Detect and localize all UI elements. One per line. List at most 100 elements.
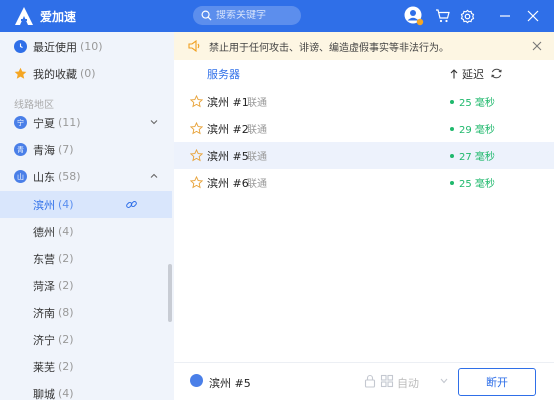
- cart-button[interactable]: [433, 7, 451, 25]
- star-outline-icon[interactable]: [190, 149, 203, 162]
- user-avatar-button[interactable]: [404, 6, 424, 26]
- latency-value: 29 毫秒: [459, 125, 495, 136]
- sidebar-item-label: 最近使用: [33, 40, 77, 54]
- sidebar-item-region[interactable]: 青 青海 (7): [0, 136, 174, 163]
- chevron-down-icon[interactable]: [440, 378, 448, 384]
- settings-button[interactable]: [458, 7, 476, 25]
- latency-value: 27 毫秒: [459, 152, 495, 163]
- close-window-button[interactable]: [524, 7, 542, 25]
- star-outline-icon[interactable]: [190, 95, 203, 108]
- column-header-latency[interactable]: 延迟: [450, 66, 484, 82]
- close-icon[interactable]: [532, 41, 542, 51]
- city-count: (4): [58, 198, 74, 211]
- refresh-icon[interactable]: [490, 67, 503, 80]
- chevron-up-icon: [150, 173, 158, 178]
- star-outline-icon[interactable]: [190, 176, 203, 189]
- region-flag-icon: 宁: [14, 116, 27, 129]
- latency-value: 25 毫秒: [459, 98, 495, 109]
- gear-icon: [460, 9, 474, 23]
- search-box[interactable]: [193, 6, 301, 25]
- sidebar-item-label: 宁夏: [33, 116, 55, 130]
- lock-icon[interactable]: [363, 374, 377, 388]
- search-icon: [201, 10, 212, 21]
- sidebar-city-item[interactable]: 菏泽 (2): [0, 272, 172, 299]
- server-latency: 25 毫秒: [450, 94, 495, 109]
- sidebar-item-region[interactable]: 山 山东 (58): [0, 163, 174, 190]
- sidebar-item-count: (0): [80, 67, 96, 80]
- latency-value: 25 毫秒: [459, 179, 495, 190]
- sidebar-item-region[interactable]: 宁 宁夏 (11): [0, 109, 174, 136]
- sidebar-item-label: 青海: [33, 143, 55, 157]
- city-label: 菏泽: [33, 279, 55, 293]
- link-icon[interactable]: [125, 198, 138, 211]
- city-count: (2): [58, 333, 74, 346]
- server-latency: 25 毫秒: [450, 175, 495, 190]
- chevron-down-icon: [150, 120, 158, 125]
- sidebar-item-count: (10): [80, 40, 103, 53]
- city-count: (4): [58, 387, 74, 400]
- sort-up-icon: [450, 69, 458, 79]
- sidebar-item-recent[interactable]: 最近使用 (10): [0, 33, 174, 60]
- mode-select-value[interactable]: 自动: [397, 375, 419, 391]
- city-count: (4): [58, 225, 74, 238]
- server-row-selected[interactable]: 滨州 #5 联通 27 毫秒: [174, 142, 554, 169]
- logo-icon: [15, 7, 33, 25]
- current-server-name: 滨州 #5: [209, 377, 251, 390]
- region-flag-icon: 山: [14, 170, 27, 183]
- sidebar-scrollbar[interactable]: [168, 264, 172, 322]
- server-name: 滨州 #1: [207, 95, 249, 109]
- app-logo: 爱加速: [14, 6, 76, 26]
- city-label: 济宁: [33, 333, 55, 347]
- city-label: 滨州: [33, 198, 55, 212]
- status-dot: [450, 126, 454, 131]
- city-label: 聊城: [33, 387, 55, 400]
- sidebar-city-item[interactable]: 聊城 (4): [0, 380, 172, 400]
- server-row[interactable]: 滨州 #2 联通 29 毫秒: [174, 115, 554, 142]
- apps-grid-icon[interactable]: [380, 374, 394, 388]
- city-label: 德州: [33, 225, 55, 239]
- server-row[interactable]: 滨州 #1 联通 25 毫秒: [174, 88, 554, 115]
- notice-text: 禁止用于任何攻击、诽谤、编造虚假事实等非法行为。: [209, 42, 449, 54]
- city-count: (2): [58, 279, 74, 292]
- server-isp: 联通: [247, 179, 267, 190]
- sidebar-city-item[interactable]: 东营 (2): [0, 245, 172, 272]
- city-label: 东营: [33, 252, 55, 266]
- sidebar-city-item[interactable]: 济南 (8): [0, 299, 172, 326]
- city-count: (8): [58, 306, 74, 319]
- close-icon: [527, 10, 539, 22]
- city-count: (2): [58, 252, 74, 265]
- status-dot: [450, 153, 454, 158]
- star-outline-icon[interactable]: [190, 122, 203, 135]
- server-name: 滨州 #5: [207, 149, 249, 163]
- speaker-icon: [188, 40, 200, 52]
- sidebar-city-item[interactable]: 滨州 (4): [0, 191, 172, 218]
- server-name: 滨州 #6: [207, 176, 249, 190]
- column-header-server[interactable]: 服务器: [207, 66, 240, 82]
- server-isp: 联通: [247, 125, 267, 136]
- minimize-button[interactable]: [496, 7, 514, 25]
- server-row[interactable]: 滨州 #6 联通 25 毫秒: [174, 169, 554, 196]
- sidebar-city-item[interactable]: 莱芜 (2): [0, 353, 172, 380]
- region-flag-icon: 青: [14, 143, 27, 156]
- search-input[interactable]: [216, 10, 296, 21]
- sidebar: 最近使用 (10) 我的收藏 (0) 线路地区 宁 宁夏 (11) 青 青海 (…: [0, 32, 174, 400]
- latency-label: 延迟: [462, 68, 484, 81]
- sidebar-city-item[interactable]: 德州 (4): [0, 218, 172, 245]
- sidebar-item-count: (7): [58, 143, 74, 156]
- server-isp: 联通: [247, 98, 267, 109]
- title-bar: 爱加速: [0, 0, 554, 32]
- region-flag-icon: [190, 374, 203, 387]
- cart-icon: [435, 9, 450, 23]
- server-isp: 联通: [247, 152, 267, 163]
- server-name: 滨州 #2: [207, 122, 249, 136]
- status-dot: [450, 99, 454, 104]
- sidebar-item-label: 山东: [33, 170, 55, 184]
- sidebar-city-item[interactable]: 济宁 (2): [0, 326, 172, 353]
- city-label: 莱芜: [33, 360, 55, 374]
- star-filled-icon: [14, 67, 27, 80]
- disconnect-button[interactable]: 断开: [458, 368, 536, 396]
- sidebar-item-label: 我的收藏: [33, 67, 77, 81]
- sidebar-item-favorites[interactable]: 我的收藏 (0): [0, 60, 174, 87]
- sidebar-item-count: (11): [58, 116, 81, 129]
- app-name: 爱加速: [40, 9, 77, 24]
